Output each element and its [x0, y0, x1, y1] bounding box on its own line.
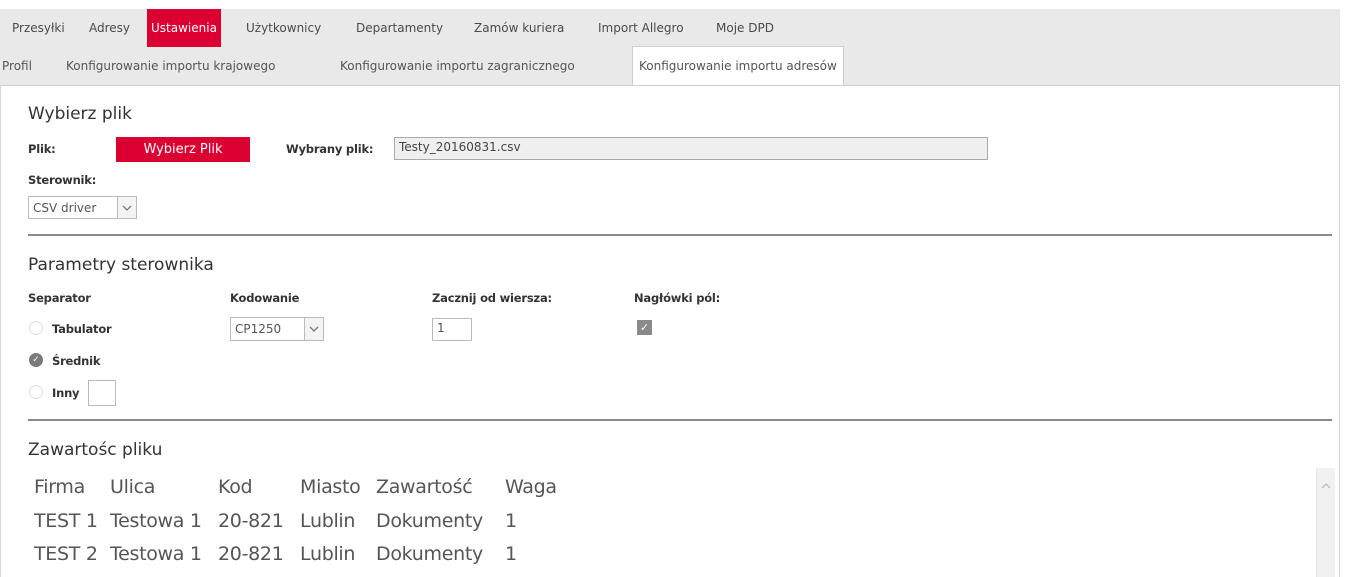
column-header: Kod	[218, 476, 253, 498]
chevron-up-icon[interactable]	[1321, 474, 1331, 493]
nav-przesylki[interactable]: Przesyłki	[12, 9, 65, 47]
start-row-label: Zacznij od wiersza:	[432, 291, 552, 305]
start-row-input[interactable]: 1	[432, 318, 472, 341]
table-cell: TEST 1	[34, 510, 98, 532]
encoding-select[interactable]: CP1250	[230, 317, 324, 341]
table-cell: Dokumenty	[376, 543, 483, 565]
table-cell: 20-821	[218, 510, 284, 532]
tab-import-krajowy[interactable]: Konfigurowanie importu krajowego	[66, 47, 275, 85]
params-section-title: Parametry sterownika	[28, 255, 214, 275]
nav-moje-dpd[interactable]: Moje DPD	[716, 9, 774, 47]
contents-section-title: Zawartośc pliku	[28, 440, 163, 460]
chevron-down-icon	[117, 197, 136, 218]
table-cell: 1	[505, 543, 517, 565]
table-header-row: Firma Ulica Kod Miasto Zawartość Waga	[34, 476, 557, 498]
check-icon: ✓	[32, 355, 40, 365]
tab-import-zagraniczny[interactable]: Konfigurowanie importu zagranicznego	[340, 47, 575, 85]
chevron-down-icon	[304, 318, 323, 340]
table-cell: Testowa 1	[110, 510, 202, 532]
radio-tabulator-label: Tabulator	[52, 322, 112, 336]
table-cell: Lublin	[300, 510, 356, 532]
nav-zamow-kuriera[interactable]: Zamów kuriera	[474, 9, 564, 47]
table-cell: 20-821	[218, 543, 284, 565]
radio-inny[interactable]	[29, 385, 43, 399]
nav-import-allegro[interactable]: Import Allegro	[598, 9, 684, 47]
radio-inny-label: Inny	[52, 386, 80, 400]
headers-label: Nagłówki pól:	[634, 291, 721, 305]
contents-scrollbar[interactable]	[1316, 468, 1335, 577]
nav-departamenty[interactable]: Departamenty	[356, 9, 443, 47]
column-header: Waga	[505, 476, 557, 498]
tab-profil[interactable]: Profil	[2, 47, 32, 85]
table-row: TEST 1 Testowa 1 20-821 Lublin Dokumenty 1	[34, 510, 517, 532]
main-nav: Przesyłki Adresy Ustawienia Użytkownicy …	[0, 9, 1340, 47]
tab-import-adresow[interactable]: Konfigurowanie importu adresów	[632, 46, 844, 85]
column-header: Miasto	[300, 476, 361, 498]
driver-select-value: CSV driver	[33, 200, 97, 215]
separator-label: Separator	[28, 291, 91, 305]
nav-adresy[interactable]: Adresy	[89, 9, 130, 47]
nav-ustawienia[interactable]: Ustawienia	[147, 9, 221, 47]
nav-uzytkownicy[interactable]: Użytkownicy	[246, 9, 321, 47]
selected-file-field[interactable]: Testy_20160831.csv	[394, 137, 988, 160]
radio-tabulator[interactable]	[29, 321, 43, 335]
column-header: Zawartość	[376, 476, 473, 498]
driver-label: Sterownik:	[28, 173, 97, 187]
driver-select[interactable]: CSV driver	[28, 196, 137, 219]
selected-file-label: Wybrany plik:	[286, 142, 374, 156]
section-divider	[28, 234, 1332, 236]
file-label: Plik:	[28, 142, 56, 156]
headers-checkbox[interactable]: ✓	[637, 320, 652, 335]
table-row: TEST 2 Testowa 1 20-821 Lublin Dokumenty 1	[34, 543, 517, 565]
table-cell: Lublin	[300, 543, 356, 565]
column-header: Ulica	[110, 476, 156, 498]
column-header: Firma	[34, 476, 85, 498]
radio-srednik[interactable]: ✓	[29, 353, 43, 367]
file-section-title: Wybierz plik	[28, 104, 132, 124]
radio-srednik-label: Średnik	[52, 354, 101, 368]
encoding-select-value: CP1250	[235, 322, 282, 336]
table-cell: Testowa 1	[110, 543, 202, 565]
table-cell: Dokumenty	[376, 510, 483, 532]
table-cell: 1	[505, 510, 517, 532]
encoding-label: Kodowanie	[230, 291, 300, 305]
settings-subnav: Profil Konfigurowanie importu krajowego …	[0, 46, 1340, 86]
check-icon: ✓	[639, 321, 650, 334]
other-separator-input[interactable]	[88, 380, 116, 406]
choose-file-button[interactable]: Wybierz Plik	[116, 137, 250, 162]
table-cell: TEST 2	[34, 543, 98, 565]
section-divider	[28, 419, 1332, 421]
